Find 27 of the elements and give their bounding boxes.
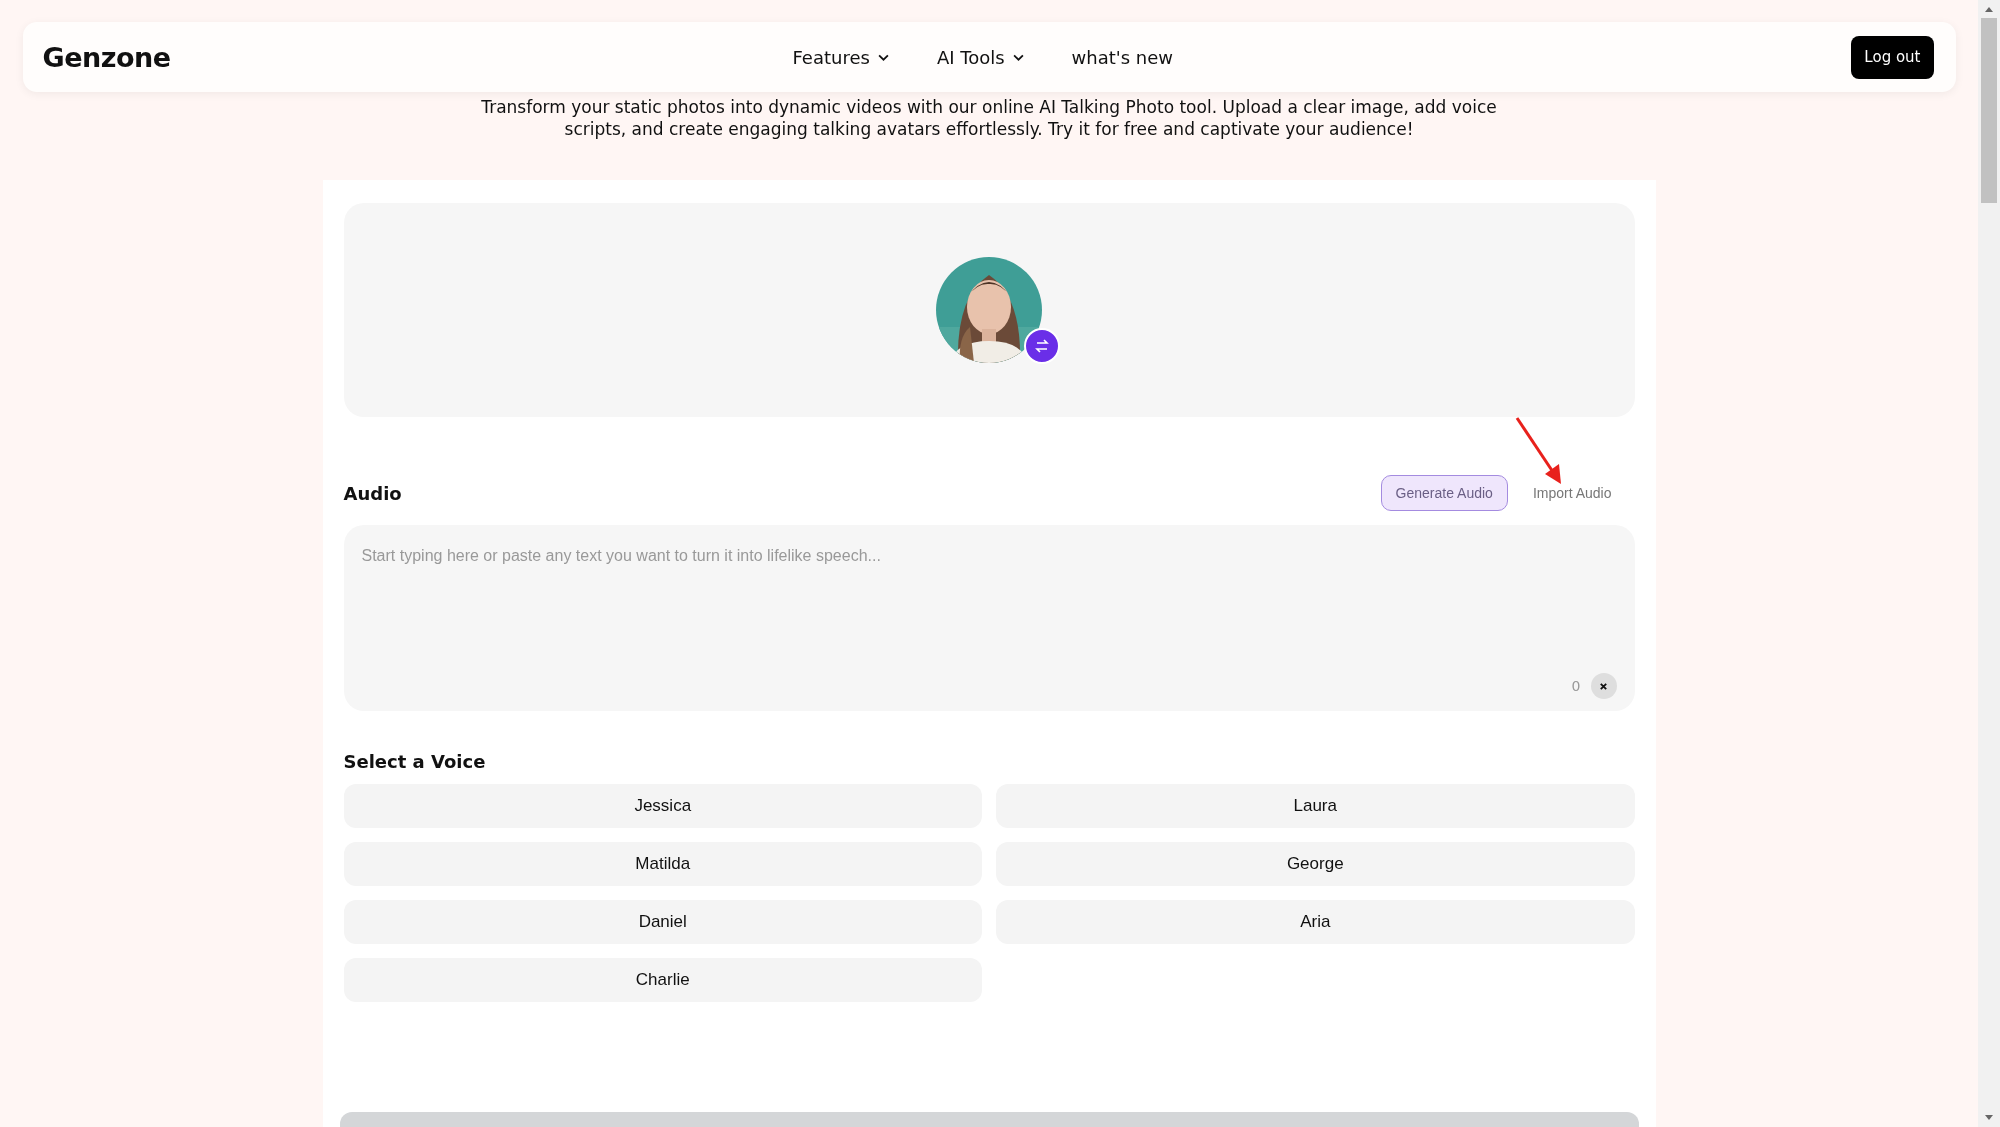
nav-link[interactable]: Features bbox=[792, 46, 889, 68]
voice-option[interactable]: Daniel bbox=[343, 900, 982, 944]
nav-link[interactable]: what's new bbox=[1071, 46, 1174, 68]
voice-option[interactable]: Matilda bbox=[343, 842, 982, 886]
swap-button[interactable] bbox=[1024, 328, 1060, 364]
nav-link[interactable]: AI Tools bbox=[936, 46, 1024, 68]
voice-option[interactable]: Laura bbox=[996, 784, 1635, 828]
logo[interactable]: Genzone bbox=[42, 41, 171, 73]
clear-button[interactable] bbox=[1590, 673, 1617, 699]
scroll-up-icon[interactable] bbox=[1984, 6, 1994, 12]
placeholder-text: Start typing here or paste any text you want to turn it into lifelike speech... bbox=[361, 547, 882, 565]
close-icon bbox=[1599, 681, 1608, 691]
scrollbar-thumb[interactable] bbox=[1981, 18, 1997, 203]
scroll-down-icon[interactable] bbox=[1984, 1115, 1994, 1121]
character-count: 0 bbox=[1571, 678, 1581, 694]
voice-option[interactable]: Aria bbox=[996, 900, 1635, 944]
audio-tab[interactable]: Import Audio bbox=[1517, 475, 1627, 511]
audio-tab[interactable]: Generate Audio bbox=[1380, 475, 1508, 511]
section-title: Select a Voice bbox=[343, 751, 487, 772]
scrollbar-track[interactable] bbox=[1978, 0, 2000, 1127]
description-text: Transform your static photos into dynamic videos with our online AI Talking Photo tool. Upload a clear image, add voice scripts, and create engaging talking avatars effortlessly. Try it for free and captivate your audience! bbox=[480, 96, 1498, 140]
voice-option[interactable]: George bbox=[996, 842, 1635, 886]
log-out-button[interactable]: Log out bbox=[1851, 35, 1934, 79]
swap-icon bbox=[1034, 338, 1050, 354]
voice-option[interactable]: Charlie bbox=[343, 958, 982, 1002]
voice-option[interactable]: Jessica bbox=[343, 784, 982, 828]
section-title: Audio bbox=[343, 482, 402, 504]
